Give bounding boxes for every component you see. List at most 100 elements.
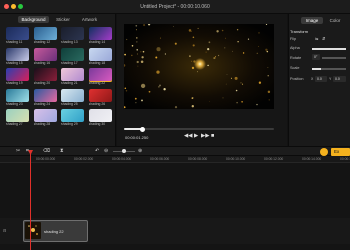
thumbnail-item[interactable]: shading 25 bbox=[61, 88, 84, 106]
ruler-tick-label: 00:00:12.000 bbox=[264, 157, 284, 161]
timeline-zoom-handle[interactable] bbox=[122, 149, 126, 153]
thumbnail-swatch bbox=[61, 27, 84, 40]
rotate-field[interactable]: 0° bbox=[312, 54, 320, 60]
thumbnail-item[interactable]: shading 17 bbox=[61, 47, 84, 65]
crop-icon[interactable]: ⌗ bbox=[26, 148, 29, 154]
video-frame bbox=[124, 24, 274, 109]
playhead[interactable] bbox=[30, 150, 31, 250]
thumbnail-swatch bbox=[6, 27, 29, 40]
thumbnail-label: shading 28 bbox=[33, 122, 51, 126]
thumbnail-swatch bbox=[61, 68, 84, 81]
thumbnail-item[interactable]: shading 11 bbox=[6, 27, 29, 44]
record-icon[interactable] bbox=[320, 147, 328, 156]
ruler-tick-label: 00:00:06.000 bbox=[150, 157, 170, 161]
media-library-panel: Background Sticker Artwork shading 11 sha… bbox=[0, 14, 116, 146]
thumbnail-label: shading 21 bbox=[61, 81, 78, 85]
thumbnail-item[interactable]: shading 24 bbox=[33, 88, 57, 106]
position-y-prefix: Y bbox=[329, 77, 332, 81]
thumbnail-label: shading 30 bbox=[88, 122, 106, 126]
thumbnail-item[interactable]: shading 16 bbox=[33, 47, 57, 65]
clip-label: shading 22 bbox=[44, 229, 64, 234]
close-window-button[interactable] bbox=[4, 4, 9, 9]
ruler-tick-label: 00:00:00.000 bbox=[36, 157, 56, 161]
next-frame-icon[interactable]: ▶▶ bbox=[201, 133, 209, 139]
tab-image[interactable]: Image bbox=[301, 17, 323, 24]
thumbnail-item[interactable]: shading 19 bbox=[6, 68, 29, 85]
thumbnail-swatch bbox=[33, 109, 57, 122]
timeline-toolbar bbox=[0, 146, 350, 156]
thumbnail-label: shading 19 bbox=[6, 81, 23, 85]
alpha-label: Alpha bbox=[290, 46, 300, 50]
position-label: Position bbox=[290, 77, 304, 81]
minimize-window-button[interactable] bbox=[11, 4, 16, 9]
thumbnail-label: shading 11 bbox=[6, 40, 23, 44]
play-icon[interactable]: ▶ bbox=[194, 133, 198, 139]
thumbnail-item[interactable]: shading 22 bbox=[88, 68, 112, 85]
ruler-tick-label: 00:00:04.000 bbox=[112, 157, 132, 161]
thumbnail-label: shading 20 bbox=[33, 81, 51, 85]
zoom-in-icon[interactable]: ⊕ bbox=[138, 148, 142, 154]
position-y-field[interactable]: 0.0 bbox=[333, 76, 346, 82]
thumbnail-swatch bbox=[33, 47, 57, 61]
thumbnail-item[interactable]: shading 15 bbox=[6, 47, 29, 65]
thumbnail-item[interactable]: shading 23 bbox=[6, 88, 29, 106]
current-timecode: 00:00:01.250 bbox=[125, 135, 149, 140]
stop-icon[interactable]: ■ bbox=[211, 133, 214, 139]
thumbnail-swatch bbox=[6, 88, 29, 102]
thumbnail-item[interactable]: shading 21 bbox=[61, 68, 84, 85]
flip-label: Flip bbox=[290, 37, 297, 41]
flip-vertical-icon[interactable]: ⇵ bbox=[322, 36, 325, 41]
thumbnail-swatch bbox=[88, 47, 112, 61]
thumbnail-item[interactable]: shading 30 bbox=[88, 109, 112, 126]
thumbnail-item[interactable]: shading 14 bbox=[88, 27, 112, 44]
thumbnail-item[interactable]: shading 20 bbox=[33, 68, 57, 85]
freeze-icon[interactable]: ⧗ bbox=[60, 148, 64, 154]
tab-color[interactable]: Color bbox=[326, 17, 344, 24]
video-preview[interactable] bbox=[124, 24, 274, 109]
playback-scrubber[interactable] bbox=[124, 128, 274, 130]
thumbnail-item[interactable]: shading 26 bbox=[88, 88, 112, 106]
thumbnail-swatch bbox=[88, 27, 112, 40]
thumbnail-item[interactable]: shading 12 bbox=[33, 27, 57, 44]
tab-sticker[interactable]: Sticker bbox=[52, 16, 74, 23]
tab-background[interactable]: Background bbox=[18, 16, 49, 23]
thumbnail-label: shading 13 bbox=[61, 40, 78, 44]
thumbnail-item[interactable]: shading 27 bbox=[6, 109, 29, 126]
zoom-window-button[interactable] bbox=[18, 4, 23, 9]
thumbnail-label: shading 29 bbox=[61, 122, 78, 126]
thumbnail-label: shading 26 bbox=[88, 101, 106, 106]
thumbnail-swatch bbox=[88, 68, 112, 82]
thumbnail-item[interactable]: shading 29 bbox=[61, 109, 84, 126]
window-title: Untitled Project* - 00:00:10.060 bbox=[140, 4, 210, 10]
position-x-field[interactable]: 0.0 bbox=[315, 76, 327, 82]
scrubber-handle[interactable] bbox=[139, 126, 145, 132]
flip-horizontal-icon[interactable]: ⇋ bbox=[315, 36, 318, 41]
thumbnail-label: shading 27 bbox=[6, 122, 23, 126]
track-lock-icon[interactable]: ⊟ bbox=[3, 228, 6, 233]
thumbnail-item[interactable]: shading 28 bbox=[33, 109, 57, 126]
thumbnail-label: shading 14 bbox=[88, 40, 106, 44]
split-icon[interactable]: ✂ bbox=[16, 148, 20, 154]
transform-section-title: Transform bbox=[290, 29, 309, 34]
thumbnail-swatch bbox=[6, 47, 29, 61]
thumbnail-item[interactable]: shading 13 bbox=[61, 27, 84, 44]
undo-icon[interactable]: ↶ bbox=[95, 148, 99, 154]
alpha-slider-fill bbox=[312, 48, 346, 50]
delete-icon[interactable]: ⌫ bbox=[43, 148, 50, 154]
thumbnail-swatch bbox=[61, 88, 84, 102]
ruler-tick-label: 00:00:02.000 bbox=[74, 157, 94, 161]
ruler-tick-label: 00:00:14.000 bbox=[302, 157, 322, 161]
thumbnail-swatch bbox=[6, 109, 29, 122]
rotate-label: Rotate bbox=[290, 56, 302, 60]
scale-label: Scale bbox=[290, 66, 300, 70]
export-button[interactable]: Ex bbox=[331, 147, 350, 156]
thumbnail-swatch bbox=[88, 88, 112, 102]
previous-frame-icon[interactable]: ◀◀ bbox=[184, 133, 192, 139]
rotate-slider[interactable] bbox=[322, 57, 346, 59]
ruler-tick-label: 00:00:16.000 bbox=[340, 157, 350, 161]
thumbnail-item[interactable]: shading 18 bbox=[88, 47, 112, 65]
thumbnail-swatch bbox=[6, 68, 29, 81]
tab-artwork[interactable]: Artwork bbox=[77, 16, 102, 23]
clip-thumbnail bbox=[25, 222, 41, 239]
zoom-out-icon[interactable]: ⊖ bbox=[104, 148, 108, 154]
